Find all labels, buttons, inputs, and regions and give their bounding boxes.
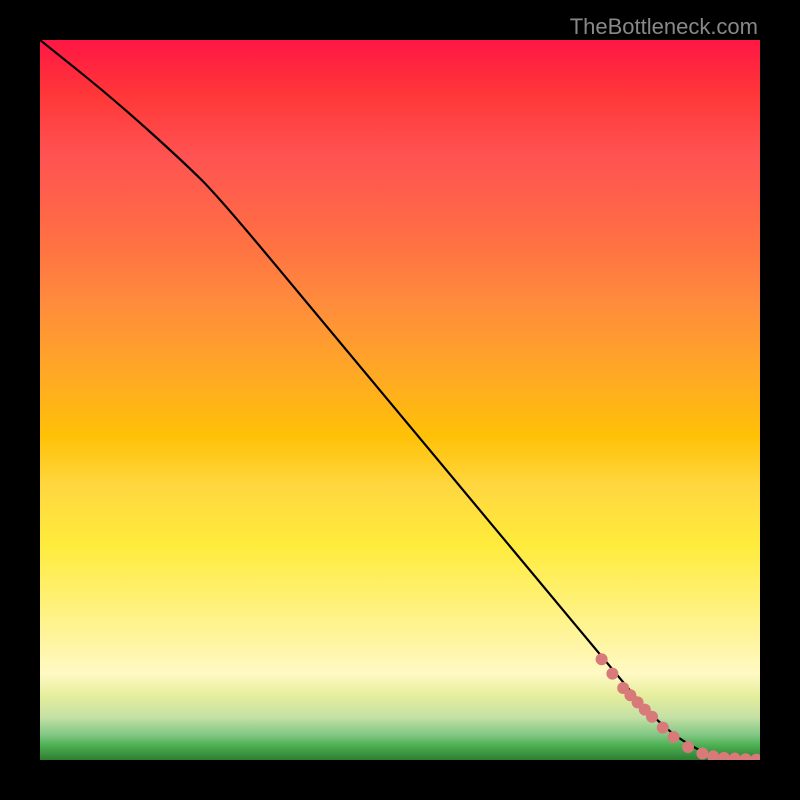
plot-background	[40, 40, 760, 760]
attribution-label: TheBottleneck.com	[570, 14, 758, 40]
chart-container: TheBottleneck.com	[0, 0, 800, 800]
